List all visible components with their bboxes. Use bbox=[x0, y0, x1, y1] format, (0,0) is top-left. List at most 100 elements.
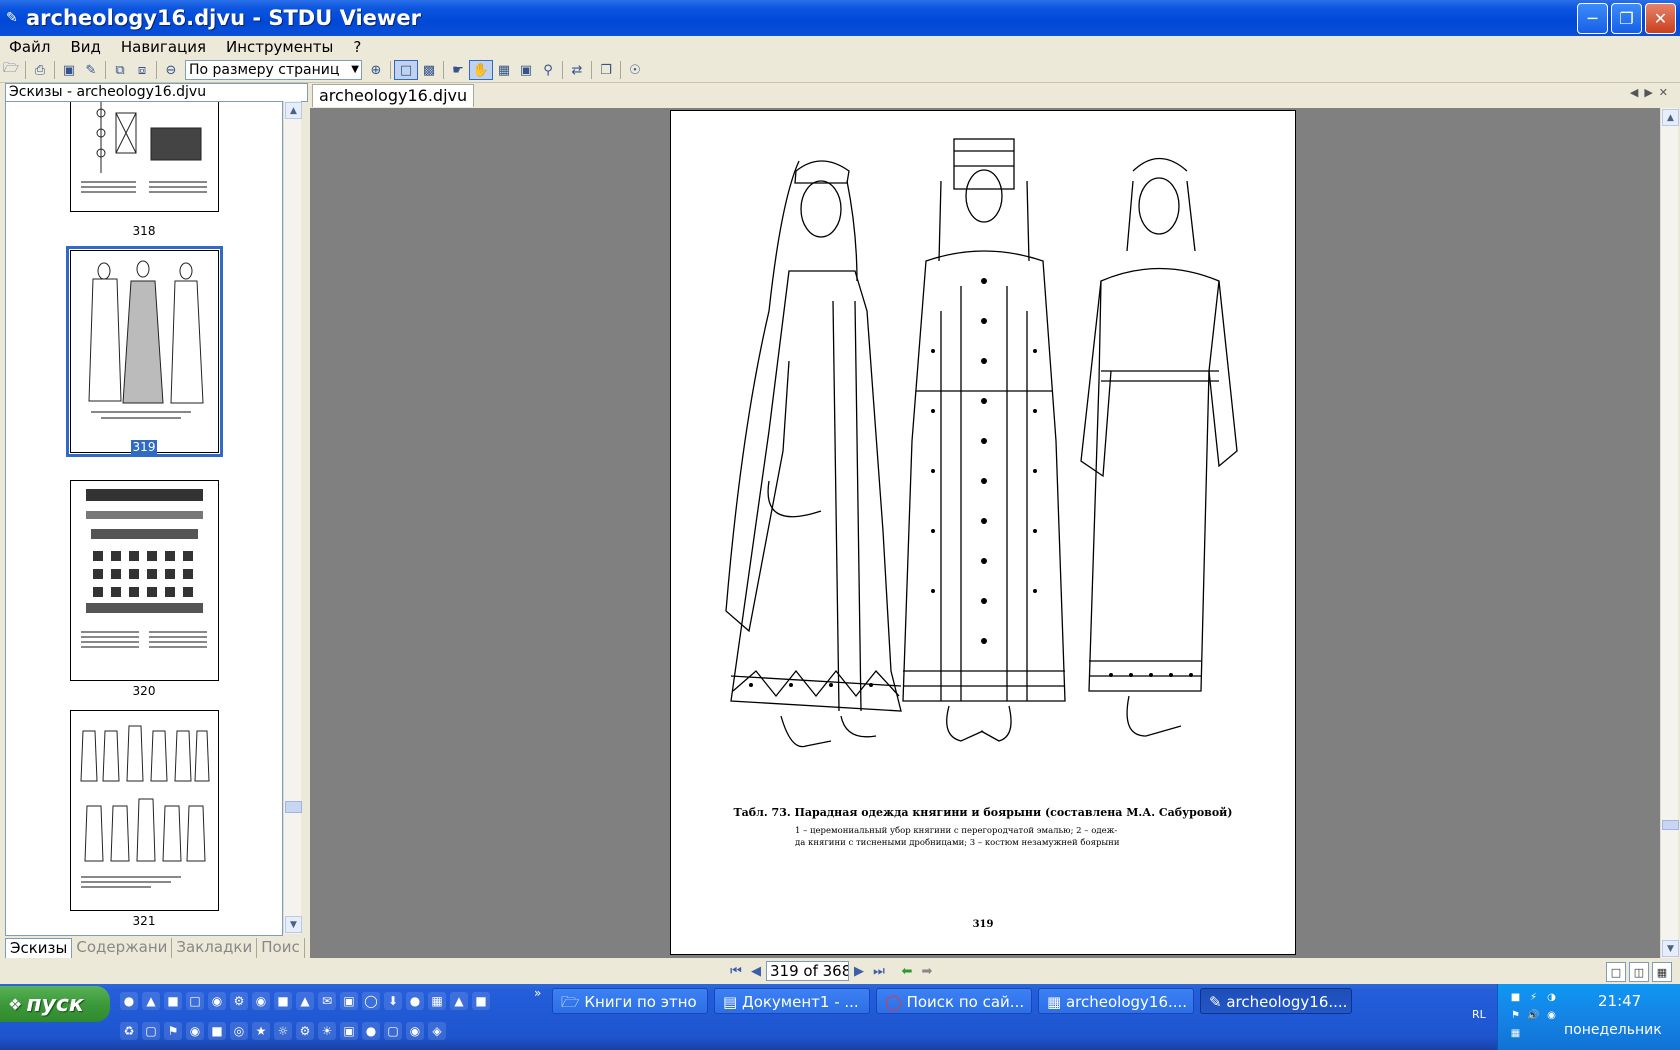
ql-app-icon[interactable]: ⬇ bbox=[384, 992, 402, 1010]
document-scrollbar[interactable]: ▲ ▼ bbox=[1660, 108, 1679, 958]
ql-app-icon[interactable]: □ bbox=[186, 992, 204, 1010]
ql-app-icon[interactable]: ◉ bbox=[186, 1022, 204, 1040]
tray-app-icon[interactable]: ■ bbox=[1508, 990, 1523, 1005]
continuous-page-icon[interactable]: ▩ bbox=[418, 60, 440, 80]
ql-app-icon[interactable]: ▢ bbox=[142, 1022, 160, 1040]
scroll-up-arrow-icon[interactable]: ▲ bbox=[285, 102, 302, 119]
document-tab[interactable]: archeology16.djvu bbox=[312, 84, 475, 107]
first-page-icon[interactable]: ⏮ bbox=[726, 962, 746, 980]
taskbar-item-stdu-viewer[interactable]: ✎ archeology16.... bbox=[1200, 988, 1352, 1014]
select-area-icon[interactable]: ▦ bbox=[493, 60, 515, 80]
scrollbar-thumb[interactable] bbox=[285, 801, 302, 813]
thumbnails-scrollbar[interactable]: ▲ ▼ bbox=[283, 101, 302, 934]
copy-icon[interactable]: ⧉ bbox=[109, 60, 131, 80]
prev-page-icon[interactable]: ◀ bbox=[746, 962, 766, 980]
document-view[interactable]: Табл. 73. Парадная одежда княгини и бояр… bbox=[310, 108, 1660, 958]
ql-app-icon[interactable]: ◉ bbox=[252, 992, 270, 1010]
ql-app-icon[interactable]: ☼ bbox=[274, 1022, 292, 1040]
ql-app-icon[interactable]: ◉ bbox=[208, 992, 226, 1010]
zoom-select[interactable]: По размеру страниц ▼ bbox=[185, 60, 362, 80]
minimize-button[interactable]: ─ bbox=[1577, 3, 1608, 34]
ql-app-icon[interactable]: ◉ bbox=[406, 1022, 424, 1040]
ql-app-icon[interactable]: ▲ bbox=[142, 992, 160, 1010]
scroll-down-arrow-icon[interactable]: ▼ bbox=[285, 916, 302, 933]
taskbar-item-winrar[interactable]: ▦ archeology16.... bbox=[1038, 988, 1194, 1014]
close-button[interactable]: ✕ bbox=[1645, 3, 1676, 34]
ql-app-icon[interactable]: ◎ bbox=[230, 1022, 248, 1040]
next-page-icon[interactable]: ▶ bbox=[849, 962, 869, 980]
history-forward-icon[interactable]: ➡ bbox=[917, 962, 937, 980]
ql-app-icon[interactable]: ◯ bbox=[362, 992, 380, 1010]
menu-view[interactable]: Вид bbox=[61, 38, 111, 56]
ql-app-icon[interactable]: ■ bbox=[164, 992, 182, 1010]
stdu-app-icon[interactable]: ✎ bbox=[6, 10, 22, 26]
magnifier-icon[interactable]: ⚲ bbox=[537, 60, 559, 80]
scrollbar-thumb[interactable] bbox=[1662, 820, 1679, 830]
tray-app-icon[interactable]: ◉ bbox=[1544, 1008, 1559, 1023]
thumbnail-label-318[interactable]: 318 bbox=[6, 224, 282, 238]
taskbar-item-folder[interactable]: 🗁 Книги по этно bbox=[552, 988, 708, 1014]
zoom-out-icon[interactable]: ⊖ bbox=[160, 60, 182, 80]
tab-search[interactable]: Поис bbox=[257, 938, 305, 958]
menu-tools[interactable]: Инструменты bbox=[217, 38, 344, 56]
thumbnail-page-320[interactable] bbox=[70, 480, 219, 681]
print-icon[interactable]: ⎙ bbox=[29, 60, 51, 80]
ql-app-icon[interactable]: ★ bbox=[252, 1022, 270, 1040]
paste-icon[interactable]: ⧈ bbox=[131, 60, 153, 80]
ql-app-icon[interactable]: ▣ bbox=[340, 1022, 358, 1040]
quick-launch-expand-icon[interactable]: » bbox=[534, 986, 541, 1000]
ql-app-icon[interactable]: ✉ bbox=[318, 992, 336, 1010]
export-text-icon[interactable]: ✎ bbox=[80, 60, 102, 80]
taskbar-item-word[interactable]: ▤ Документ1 - ... bbox=[714, 988, 870, 1014]
page-number-input[interactable]: 319 of 368 bbox=[766, 961, 849, 981]
ql-app-icon[interactable]: ⚙ bbox=[296, 1022, 314, 1040]
ql-app-icon[interactable]: ■ bbox=[472, 992, 490, 1010]
ql-app-icon[interactable]: ● bbox=[406, 992, 424, 1010]
dropdown-arrow-icon[interactable]: ▼ bbox=[351, 61, 359, 79]
tab-bookmarks[interactable]: Закладки bbox=[172, 938, 258, 958]
menu-navigation[interactable]: Навигация bbox=[112, 38, 217, 56]
ql-app-icon[interactable]: ● bbox=[120, 992, 138, 1010]
single-page-icon[interactable]: □ bbox=[394, 60, 418, 80]
select-text-icon[interactable]: ☛ bbox=[447, 60, 469, 80]
last-page-icon[interactable]: ⏭ bbox=[869, 962, 889, 980]
ql-app-icon[interactable]: ◈ bbox=[428, 1022, 446, 1040]
tray-app-icon[interactable]: ⚡ bbox=[1526, 990, 1541, 1005]
ql-app-icon[interactable]: ⚑ bbox=[164, 1022, 182, 1040]
thumbnails-panel[interactable]: 318 319 320 321 bbox=[5, 101, 283, 936]
volume-icon[interactable]: 🔊 bbox=[1526, 1008, 1541, 1023]
menu-file[interactable]: Файл bbox=[0, 38, 61, 56]
ql-app-icon[interactable]: ▦ bbox=[428, 992, 446, 1010]
scroll-up-arrow-icon[interactable]: ▲ bbox=[1662, 109, 1679, 126]
ql-app-icon[interactable]: ☀ bbox=[318, 1022, 336, 1040]
start-button[interactable]: ❖ пуск bbox=[0, 986, 110, 1022]
hand-tool-icon[interactable]: ✋ bbox=[469, 60, 493, 80]
menu-help[interactable]: ? bbox=[344, 38, 372, 56]
title-bar[interactable]: ✎ archeology16.djvu - STDU Viewer ─ ❐ ✕ bbox=[0, 0, 1680, 36]
clock[interactable]: 21:47 bbox=[1598, 992, 1641, 1010]
tab-next-arrow-icon[interactable]: ▶ bbox=[1644, 86, 1658, 99]
network-icon[interactable]: ▦ bbox=[1508, 1026, 1523, 1041]
language-indicator[interactable]: RL bbox=[1472, 1008, 1486, 1021]
tray-app-icon[interactable]: ◑ bbox=[1544, 990, 1559, 1005]
single-view-icon[interactable]: □ bbox=[1606, 962, 1626, 982]
scroll-down-arrow-icon[interactable]: ▼ bbox=[1662, 940, 1679, 957]
ql-app-icon[interactable]: ▣ bbox=[340, 992, 358, 1010]
history-back-icon[interactable]: ⬅ bbox=[897, 962, 917, 980]
globe-icon[interactable]: ☉ bbox=[624, 60, 646, 80]
tab-prev-arrow-icon[interactable]: ◀ bbox=[1630, 86, 1644, 99]
thumbnail-page-321[interactable] bbox=[70, 710, 219, 911]
ql-app-icon[interactable]: ▲ bbox=[450, 992, 468, 1010]
thumbnail-label-320[interactable]: 320 bbox=[6, 684, 282, 698]
tab-thumbnails[interactable]: Эскизы bbox=[5, 938, 73, 958]
taskbar-item-opera[interactable]: ◯ Поиск по сай... bbox=[876, 988, 1032, 1014]
tray-antivirus-icon[interactable]: ⚑ bbox=[1508, 1008, 1523, 1023]
ql-app-icon[interactable]: ■ bbox=[208, 1022, 226, 1040]
pages-icon[interactable]: ❐ bbox=[595, 60, 617, 80]
ql-app-icon[interactable]: ♻ bbox=[120, 1022, 138, 1040]
tab-close-icon[interactable]: ✕ bbox=[1659, 86, 1674, 99]
ql-app-icon[interactable]: ⚙ bbox=[230, 992, 248, 1010]
ql-app-icon[interactable]: ● bbox=[362, 1022, 380, 1040]
rotate-icon[interactable]: ⇄ bbox=[566, 60, 588, 80]
thumbnail-page-318[interactable] bbox=[70, 102, 219, 212]
